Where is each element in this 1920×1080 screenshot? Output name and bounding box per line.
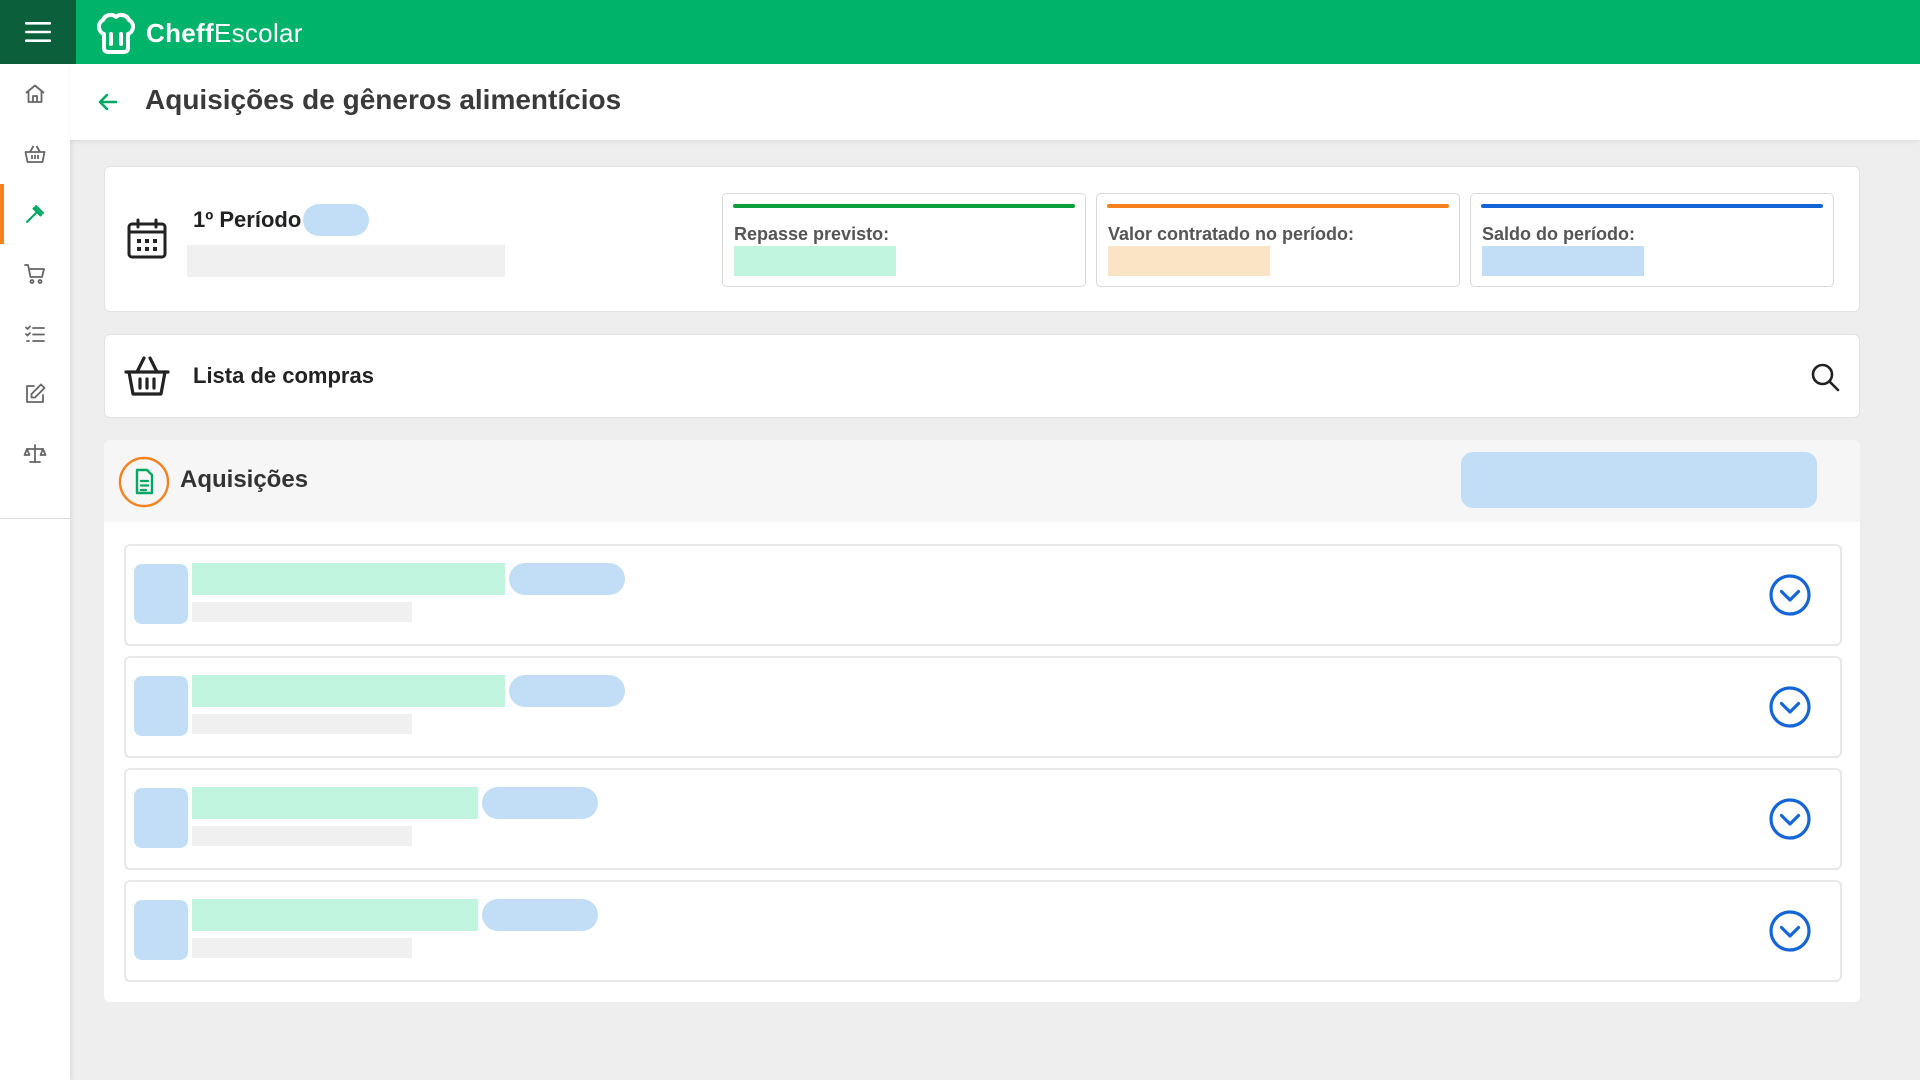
acquisition-row[interactable]	[124, 768, 1842, 870]
back-button[interactable]	[92, 86, 124, 118]
acquisition-avatar-placeholder	[134, 676, 188, 736]
acquisition-status-placeholder	[482, 899, 598, 931]
acquisition-subtitle-placeholder	[192, 602, 412, 622]
sidebar-item-scale[interactable]	[0, 424, 70, 484]
period-status-placeholder	[303, 204, 369, 236]
stat-label: Repasse previsto:	[734, 224, 890, 244]
stat-repasse-previsto: Repasse previsto:	[722, 193, 1086, 287]
sidebar	[0, 64, 70, 1080]
acquisition-avatar-placeholder	[134, 788, 188, 848]
period-label: 1º Período	[193, 207, 302, 232]
stat-accent-bar	[1107, 204, 1449, 208]
sidebar-item-edit[interactable]	[0, 364, 70, 424]
brand-logo[interactable]: CheffEscolar	[96, 12, 303, 54]
brand-name-regular: Escolar	[213, 17, 303, 48]
chef-hat-logo-icon	[97, 12, 135, 54]
stat-value-placeholder	[1482, 246, 1644, 276]
acquisitions-header: Aquisições	[104, 440, 1860, 522]
menu-button[interactable]	[0, 0, 76, 64]
sidebar-item-basket[interactable]	[0, 124, 70, 184]
chevron-down-circle-icon[interactable]	[1768, 685, 1812, 729]
sidebar-item-acquisitions[interactable]	[0, 184, 70, 244]
stat-label: Valor contratado no período:	[1108, 224, 1355, 244]
shopping-list-title: Lista de compras	[193, 363, 374, 388]
shopping-basket-icon	[124, 356, 170, 396]
hamburger-icon	[25, 22, 51, 42]
acquisitions-title: Aquisições	[180, 466, 309, 493]
acquisition-status-placeholder	[509, 563, 625, 595]
stat-saldo-periodo: Saldo do período:	[1470, 193, 1834, 287]
acquisition-avatar-placeholder	[134, 900, 188, 960]
stat-value-placeholder	[1108, 246, 1270, 276]
sidebar-divider	[0, 518, 70, 519]
acquisition-status-placeholder	[482, 787, 598, 819]
acquisition-title-placeholder	[192, 675, 505, 707]
stat-value-placeholder	[734, 246, 896, 276]
sidebar-item-checklist[interactable]	[0, 304, 70, 364]
top-bar: CheffEscolar	[0, 0, 1920, 64]
checklist-icon	[25, 325, 45, 342]
acquisition-row[interactable]	[124, 544, 1842, 646]
acquisitions-card: Aquisições	[104, 440, 1860, 1002]
sidebar-item-cart[interactable]	[0, 244, 70, 304]
sidebar-item-home[interactable]	[0, 64, 70, 124]
document-icon	[118, 456, 170, 508]
scale-icon	[23, 444, 47, 463]
acquisition-subtitle-placeholder	[192, 826, 412, 846]
acquisition-status-placeholder	[509, 675, 625, 707]
new-acquisition-button[interactable]	[1461, 452, 1817, 508]
stat-accent-bar	[1481, 204, 1823, 208]
acquisition-subtitle-placeholder	[192, 938, 412, 958]
period-card: 1º Período Repasse previsto: Valor contr…	[104, 166, 1860, 312]
acquisition-title-placeholder	[192, 787, 478, 819]
acquisition-title-placeholder	[192, 899, 478, 931]
arrow-left-icon	[98, 93, 118, 111]
stat-label: Saldo do período:	[1482, 224, 1635, 244]
chevron-down-circle-icon[interactable]	[1768, 797, 1812, 841]
shopping-list-card[interactable]: Lista de compras	[104, 334, 1860, 418]
chevron-down-circle-icon[interactable]	[1768, 573, 1812, 617]
basket-icon	[24, 145, 46, 163]
acquisition-row[interactable]	[124, 880, 1842, 982]
acquisition-avatar-placeholder	[134, 564, 188, 624]
acquisition-row[interactable]	[124, 656, 1842, 758]
stat-valor-contratado: Valor contratado no período:	[1096, 193, 1460, 287]
page-header: Aquisições de gêneros alimentícios	[70, 64, 1920, 140]
chevron-down-circle-icon[interactable]	[1768, 909, 1812, 953]
acquisition-title-placeholder	[192, 563, 505, 595]
calendar-icon	[127, 218, 167, 259]
search-icon[interactable]	[1809, 361, 1841, 393]
stat-accent-bar	[733, 204, 1075, 208]
home-icon	[25, 84, 45, 103]
gavel-icon	[26, 205, 44, 223]
acquisition-subtitle-placeholder	[192, 714, 412, 734]
period-dates-placeholder	[187, 245, 505, 277]
page-title: Aquisições de gêneros alimentícios	[145, 84, 622, 115]
cart-icon	[24, 264, 45, 284]
brand-name-bold: Cheff	[146, 17, 214, 48]
edit-icon	[26, 383, 46, 403]
